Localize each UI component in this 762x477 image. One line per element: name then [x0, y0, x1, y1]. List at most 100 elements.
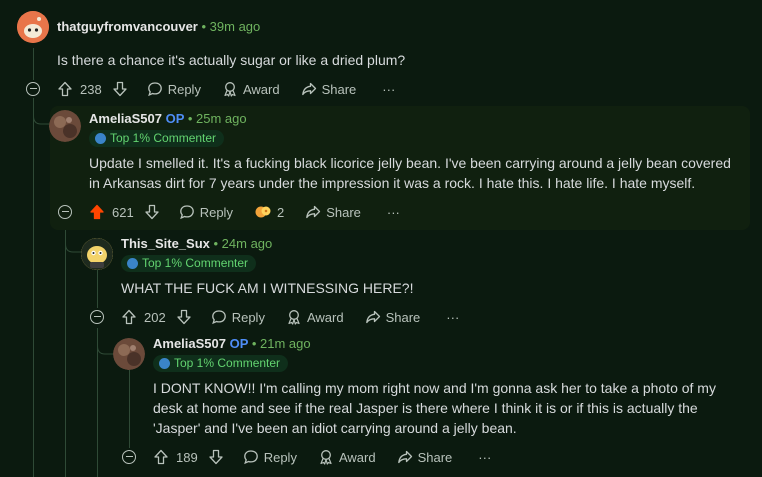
share-label: Share [417, 449, 453, 465]
more-icon: ··· [446, 309, 460, 325]
collapse-thread-button[interactable] [90, 310, 104, 324]
upvote-button[interactable]: 621 [89, 204, 134, 220]
comment-time: 24m ago [221, 236, 273, 251]
award-button[interactable]: Award [286, 309, 344, 325]
comment-body: WHAT THE FUCK AM I WITNESSING HERE?! [121, 280, 414, 296]
reply-button[interactable]: Reply [243, 449, 297, 465]
award-button[interactable]: Award [318, 449, 376, 465]
upvote-button[interactable]: 189 [153, 449, 198, 465]
reply-bubble-icon [147, 82, 162, 97]
share-label: Share [321, 81, 357, 97]
vote-count: 189 [176, 449, 198, 465]
comment-actions: 189 Reply Award Share ··· [153, 446, 491, 468]
downvote-arrow-icon [177, 309, 191, 325]
thread-line [129, 370, 130, 448]
user-photo-avatar-icon [113, 338, 145, 370]
downvote-button[interactable] [144, 204, 160, 220]
avatar[interactable] [17, 11, 49, 43]
top-commenter-icon [127, 258, 138, 269]
share-label: Share [326, 204, 361, 220]
more-icon: ··· [382, 81, 396, 97]
avatar[interactable] [113, 338, 145, 370]
reply-bubble-icon [243, 450, 258, 465]
upvoted-arrow-icon [90, 204, 104, 220]
comment-time: 25m ago [195, 111, 247, 126]
downvote-button[interactable] [176, 309, 192, 325]
more-icon: ··· [478, 449, 492, 465]
comment-author[interactable]: AmeliaS507 OP • 21m ago [153, 336, 311, 351]
downvote-button[interactable] [208, 449, 224, 465]
award-button[interactable]: Award [222, 81, 280, 97]
thread-line [97, 270, 98, 308]
upvote-arrow-icon [58, 81, 72, 97]
awards-button[interactable]: 2 [254, 204, 284, 220]
award-label: Award [242, 81, 280, 97]
comment-body: Update I smelled it. It's a fucking blac… [89, 155, 731, 191]
comment-actions: 238 Reply Award Share ··· [57, 78, 395, 100]
more-icon: ··· [386, 204, 400, 220]
downvote-button[interactable] [112, 81, 128, 97]
award-label: Award [338, 449, 376, 465]
share-button[interactable]: Share [397, 449, 453, 465]
upvote-button[interactable]: 202 [121, 309, 166, 325]
thread-line [33, 98, 34, 477]
share-arrow-icon [365, 310, 380, 324]
award-icon [320, 450, 332, 465]
comment-actions: 621 Reply 2 Share ··· [89, 201, 400, 223]
comment-author[interactable]: thatguyfromvancouver • 39m ago [57, 19, 260, 34]
more-options-button[interactable]: ··· [478, 450, 491, 465]
comment-time: 39m ago [209, 19, 261, 34]
snoo-avatar-icon [17, 11, 49, 43]
award-icon [288, 310, 300, 325]
collapse-thread-button[interactable] [58, 205, 72, 219]
more-options-button[interactable]: ··· [387, 205, 400, 220]
reply-button[interactable]: Reply [147, 81, 201, 97]
upvote-button[interactable]: 238 [57, 81, 102, 97]
more-options-button[interactable]: ··· [382, 82, 395, 97]
more-options-button[interactable]: ··· [446, 310, 459, 325]
reply-button[interactable]: Reply [211, 309, 265, 325]
award-icon [224, 82, 236, 97]
vote-count: 238 [80, 81, 102, 97]
thread-line [65, 222, 66, 477]
upvote-arrow-icon [154, 449, 168, 465]
awards-received-icon [255, 206, 271, 218]
vote-count: 621 [112, 204, 134, 220]
share-arrow-icon [397, 450, 412, 464]
share-button[interactable]: Share [305, 204, 361, 220]
user-flair-badge: Top 1% Commenter [153, 355, 289, 372]
awards-count: 2 [276, 204, 285, 220]
reply-label: Reply [167, 81, 201, 97]
collapse-thread-button[interactable] [122, 450, 136, 464]
share-button[interactable]: Share [301, 81, 357, 97]
top-commenter-icon [95, 133, 106, 144]
upvote-arrow-icon [122, 309, 136, 325]
user-photo-avatar-icon [49, 110, 81, 142]
collapse-thread-button[interactable] [26, 82, 40, 96]
snoo-avatar-icon [81, 238, 113, 270]
reply-button[interactable]: Reply [179, 204, 233, 220]
award-label: Award [306, 309, 344, 325]
share-button[interactable]: Share [365, 309, 420, 325]
avatar[interactable] [81, 238, 113, 270]
comment-time: 21m ago [259, 336, 311, 351]
reply-label: Reply [231, 309, 265, 325]
top-commenter-icon [159, 358, 170, 369]
downvote-arrow-icon [209, 449, 223, 465]
thread-line [33, 48, 34, 80]
user-flair-badge: Top 1% Commenter [89, 130, 225, 147]
reply-bubble-icon [211, 310, 226, 325]
comment-body: I DONT KNOW!! I'm calling my mom right n… [153, 380, 716, 436]
reply-label: Reply [199, 204, 233, 220]
comment-author[interactable]: AmeliaS507 OP • 25m ago [89, 111, 247, 126]
reply-label: Reply [263, 449, 297, 465]
downvote-arrow-icon [145, 204, 159, 220]
share-arrow-icon [306, 205, 321, 219]
share-arrow-icon [301, 82, 316, 96]
reply-bubble-icon [179, 205, 194, 220]
user-flair-badge: Top 1% Commenter [121, 255, 257, 272]
avatar[interactable] [49, 110, 81, 142]
comment-author[interactable]: This_Site_Sux • 24m ago [121, 236, 272, 251]
op-badge: OP [165, 111, 185, 126]
op-badge: OP [229, 336, 249, 351]
